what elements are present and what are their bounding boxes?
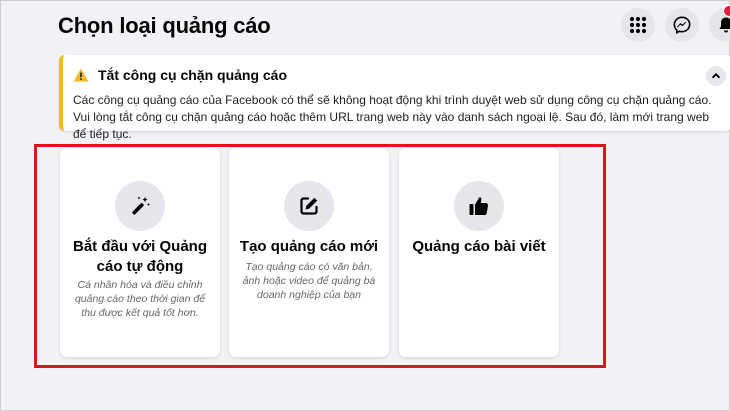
card-title: Tạo quảng cáo mới — [239, 238, 379, 255]
menu-grid-icon — [629, 16, 647, 34]
card-title: Quảng cáo bài viết — [412, 238, 546, 255]
alert-header: Tắt công cụ chặn quảng cáo — [73, 67, 287, 83]
card-icon-circle — [284, 181, 334, 231]
collapse-alert-button[interactable] — [706, 66, 726, 86]
edit-icon — [300, 197, 318, 215]
notifications-button[interactable] — [709, 5, 730, 42]
top-right-toolbar — [621, 5, 730, 42]
card-description: Cá nhân hóa và điều chỉnh quảng cáo theo… — [74, 279, 206, 319]
card-description: Tạo quảng cáo có văn bản, ảnh hoặc video… — [242, 261, 376, 301]
card-title: Bắt đầu với Quảng cáo tự động — [72, 238, 207, 275]
messenger-button[interactable] — [665, 8, 699, 42]
bell-icon — [719, 17, 730, 33]
alert-title: Tắt công cụ chặn quảng cáo — [98, 67, 288, 83]
card-icon-circle — [454, 181, 504, 231]
page-title: Chọn loại quảng cáo — [58, 13, 271, 38]
magic-wand-icon — [132, 196, 150, 215]
alert-body: Các công cụ quảng cáo của Facebook có th… — [73, 93, 712, 141]
card-automated-ads[interactable]: Bắt đầu với Quảng cáo tự động Cá nhân hó… — [60, 148, 220, 357]
card-create-new-ad[interactable]: Tạo quảng cáo mới Tạo quảng cáo có văn b… — [229, 148, 389, 357]
adblock-alert: Tắt công cụ chặn quảng cáo Các công cụ q… — [59, 55, 730, 141]
messenger-icon — [673, 16, 691, 34]
menu-button[interactable] — [621, 8, 655, 42]
thumbs-up-icon — [469, 197, 489, 216]
chevron-up-icon — [711, 72, 721, 79]
warning-icon — [73, 68, 89, 82]
card-icon-circle — [115, 181, 165, 231]
notification-badge — [723, 5, 730, 17]
card-boost-post[interactable]: Quảng cáo bài viết — [399, 148, 559, 357]
